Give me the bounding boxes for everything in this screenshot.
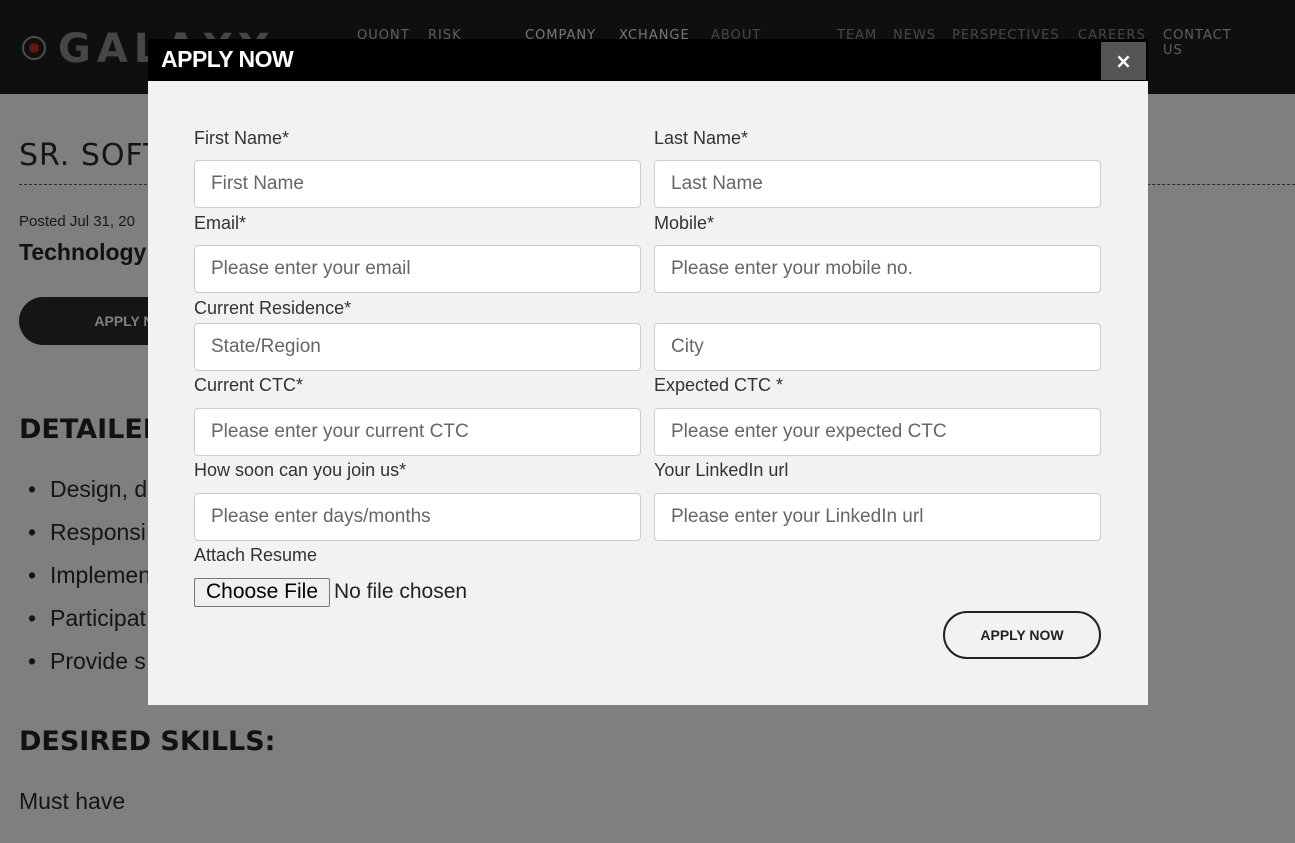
first-name-label: First Name* xyxy=(194,128,290,148)
last-name-input[interactable] xyxy=(654,160,1101,208)
last-name-label: Last Name* xyxy=(654,128,749,148)
join-time-input[interactable] xyxy=(194,493,641,541)
join-label: How soon can you join us* xyxy=(194,460,407,480)
residence-label: Current Residence* xyxy=(194,298,352,318)
state-region-input[interactable] xyxy=(194,323,641,371)
expected-ctc-label: Expected CTC * xyxy=(654,375,784,395)
submit-apply-button[interactable]: APPLY NOW xyxy=(943,611,1101,659)
apply-modal: APPLY NOW × First Name* Last Name* Email… xyxy=(148,39,1148,705)
linkedin-url-input[interactable] xyxy=(654,493,1101,541)
city-input[interactable] xyxy=(654,323,1101,371)
mobile-input[interactable] xyxy=(654,245,1101,293)
current-ctc-input[interactable] xyxy=(194,408,641,456)
current-ctc-label: Current CTC* xyxy=(194,375,304,395)
email-label: Email* xyxy=(194,213,247,233)
choose-file-button[interactable]: Choose File xyxy=(194,578,330,607)
modal-header: APPLY NOW × xyxy=(148,39,1148,81)
expected-ctc-input[interactable] xyxy=(654,408,1101,456)
linkedin-label: Your LinkedIn url xyxy=(654,460,789,480)
file-status-text: No file chosen xyxy=(334,580,468,603)
resume-label: Attach Resume xyxy=(194,545,318,565)
close-button[interactable]: × xyxy=(1101,42,1146,80)
first-name-input[interactable] xyxy=(194,160,641,208)
mobile-label: Mobile* xyxy=(654,213,715,233)
modal-title: APPLY NOW xyxy=(161,46,294,72)
email-input[interactable] xyxy=(194,245,641,293)
